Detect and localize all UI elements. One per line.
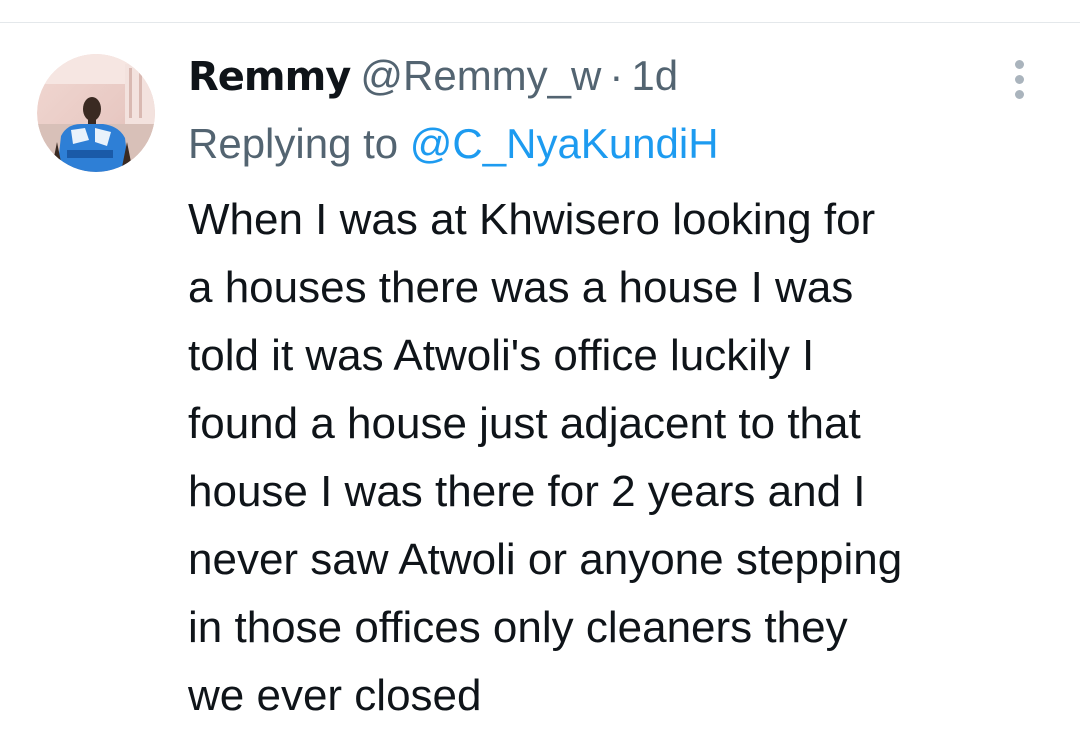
top-divider [0, 22, 1080, 23]
tweet-text-line: in those offices only cleaners they [188, 603, 848, 652]
tweet-text-line: a houses there was a house I was [188, 263, 854, 312]
replying-to-label: Replying to [188, 120, 399, 167]
header-separator: · [609, 52, 624, 99]
tweet-body-text: When I was at Khwisero looking for a hou… [188, 186, 1068, 730]
replying-to-line: Replying to @C_NyaKundiH [188, 116, 719, 172]
tweet-header: Remmy @Remmy_w · 1d [188, 48, 678, 104]
more-vertical-icon-dot [1015, 75, 1024, 84]
tweet-text-line: house I was there for 2 years and I [188, 467, 866, 516]
tweet-text-line: found a house just adjacent to that [188, 399, 861, 448]
tweet-text-line: When I was at Khwisero looking for [188, 195, 876, 244]
tweet-timestamp[interactable]: 1d [631, 52, 678, 99]
more-vertical-icon [1015, 60, 1024, 69]
more-vertical-icon-dot [1015, 90, 1024, 99]
tweet-text-line: told it was Atwoli's office luckily I [188, 331, 815, 380]
author-handle[interactable]: @Remmy_w [360, 52, 601, 99]
tweet-text-line: never saw Atwoli or anyone stepping [188, 535, 903, 584]
replying-to-handle-link[interactable]: @C_NyaKundiH [410, 120, 719, 167]
tweet-reply-card: Remmy @Remmy_w · 1d Replying to @C_NyaKundi… [0, 0, 1080, 741]
avatar-photo-icon [37, 54, 155, 172]
more-options-button[interactable] [1005, 58, 1035, 100]
author-display-name[interactable]: Remmy [188, 54, 351, 100]
tweet-text-line: we ever closed [188, 671, 482, 720]
author-avatar[interactable] [37, 54, 155, 172]
